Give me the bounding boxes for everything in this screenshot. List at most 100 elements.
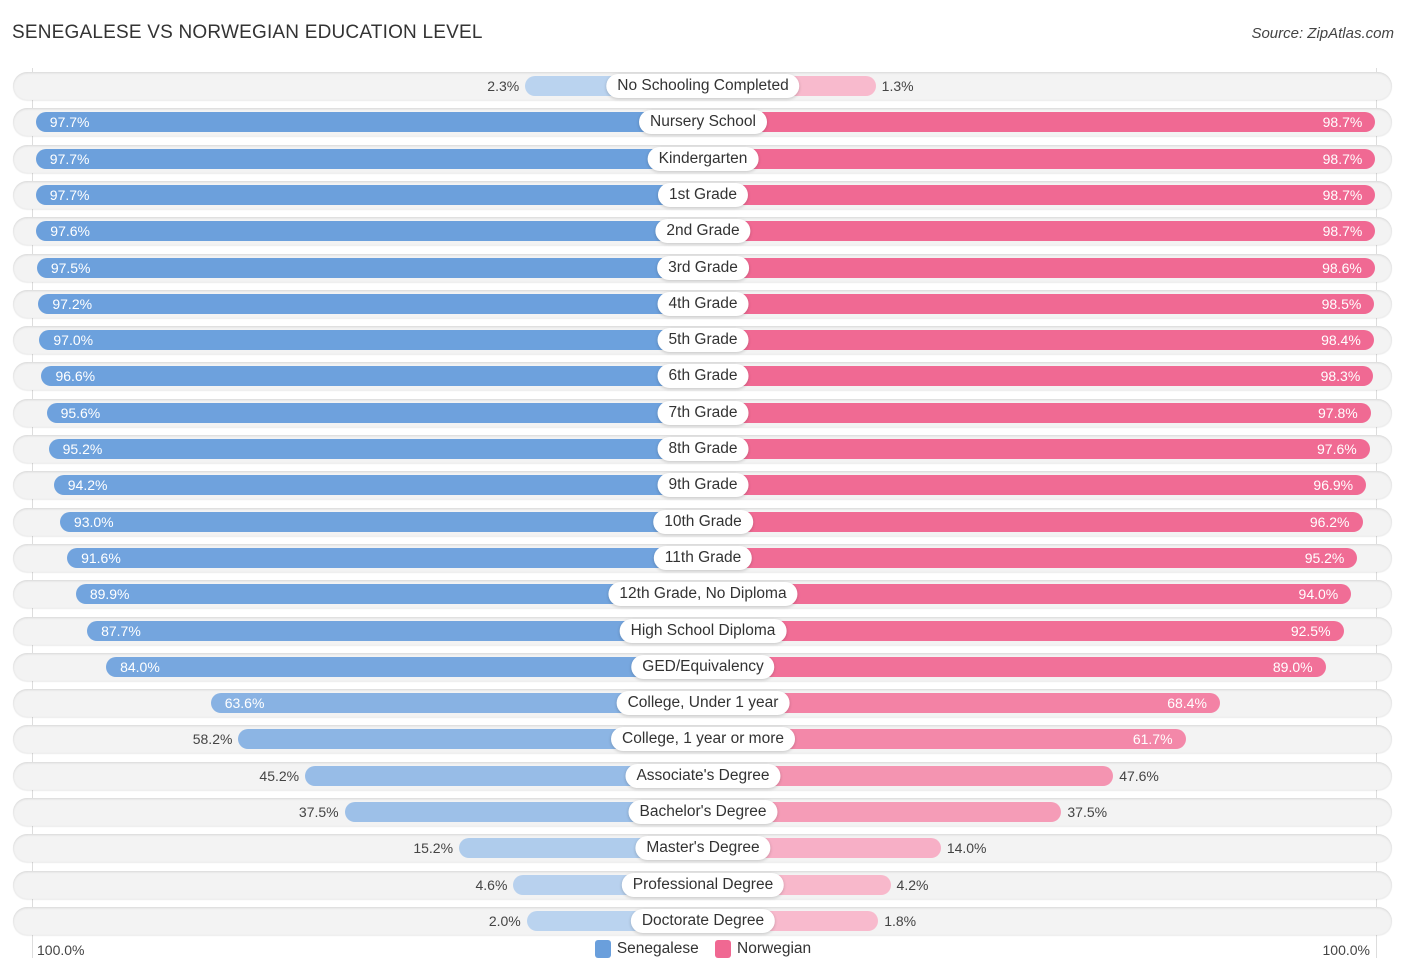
- category-label: Nursery School: [639, 110, 767, 135]
- bar-senegalese: [36, 221, 703, 242]
- bar-senegalese: [48, 439, 703, 459]
- legend-label-senegalese: Senegalese: [616, 940, 699, 957]
- value-label-norwegian: 98.5%: [1321, 295, 1362, 312]
- bar-norwegian: [703, 112, 1376, 133]
- value-label-senegalese: 58.2%: [192, 731, 233, 748]
- bar-senegalese: [46, 402, 703, 423]
- category-label: 11th Grade: [653, 545, 753, 570]
- category-label: 7th Grade: [657, 400, 749, 425]
- value-label-senegalese: 93.0%: [73, 513, 114, 530]
- value-label-senegalese: 91.6%: [81, 549, 121, 566]
- value-label-norwegian: 4.2%: [896, 876, 929, 893]
- value-label-norwegian: 98.4%: [1321, 332, 1361, 349]
- value-label-norwegian: 96.9%: [1313, 477, 1354, 494]
- value-label-senegalese: 37.5%: [298, 804, 339, 820]
- value-label-senegalese: 95.6%: [60, 404, 101, 421]
- value-label-norwegian: 97.6%: [1317, 441, 1357, 457]
- category-label: Master's Degree: [635, 836, 771, 861]
- legend-label-norwegian: Norwegian: [737, 940, 812, 957]
- legend-item-senegalese: Senegalese: [594, 940, 699, 958]
- value-label-senegalese: 89.9%: [89, 586, 130, 603]
- value-label-norwegian: 98.7%: [1322, 150, 1363, 167]
- value-label-senegalese: 15.2%: [413, 840, 454, 857]
- category-label: College, Under 1 year: [616, 691, 790, 716]
- category-label: 9th Grade: [657, 473, 749, 498]
- bar-norwegian: [703, 656, 1326, 677]
- value-label-senegalese: 97.0%: [53, 332, 94, 349]
- bar-norwegian: [703, 584, 1352, 605]
- legend-item-norwegian: Norwegian: [715, 940, 811, 958]
- bar-senegalese: [53, 475, 703, 496]
- bar-senegalese: [36, 257, 703, 278]
- value-label-senegalese: 97.7%: [49, 186, 90, 203]
- category-label: Doctorate Degree: [630, 908, 776, 933]
- category-label: Professional Degree: [621, 872, 785, 897]
- value-label-senegalese: 96.6%: [55, 368, 96, 385]
- bar-norwegian: [703, 366, 1374, 387]
- legend: Senegalese Norwegian: [0, 940, 1406, 963]
- category-label: 6th Grade: [657, 364, 749, 389]
- bar-norwegian: [703, 148, 1376, 169]
- category-label: 10th Grade: [653, 509, 753, 534]
- category-label: High School Diploma: [619, 618, 787, 643]
- bar-norwegian: [703, 330, 1374, 351]
- value-label-senegalese: 97.7%: [49, 150, 90, 167]
- bar-norwegian: [703, 293, 1375, 314]
- bar-norwegian: [703, 257, 1375, 278]
- bar-senegalese: [87, 620, 703, 641]
- value-label-senegalese: 94.2%: [67, 477, 108, 494]
- value-label-senegalese: 2.3%: [487, 78, 520, 94]
- category-label: 3rd Grade: [657, 255, 749, 280]
- bar-norwegian: [703, 402, 1371, 423]
- value-label-norwegian: 98.7%: [1322, 186, 1363, 203]
- bar-norwegian: [703, 511, 1363, 532]
- value-label-senegalese: 84.0%: [120, 658, 160, 675]
- value-label-norwegian: 89.0%: [1272, 658, 1313, 675]
- bar-norwegian: [703, 547, 1358, 568]
- value-label-senegalese: 45.2%: [259, 767, 300, 784]
- bar-senegalese: [59, 511, 703, 532]
- bar-senegalese: [67, 547, 703, 568]
- value-label-norwegian: 95.2%: [1304, 549, 1345, 566]
- value-label-norwegian: 61.7%: [1132, 731, 1173, 748]
- value-label-norwegian: 94.0%: [1298, 586, 1339, 603]
- category-label: 1st Grade: [657, 182, 749, 207]
- category-label: 2nd Grade: [655, 219, 751, 244]
- category-label: GED/Equivalency: [631, 654, 775, 679]
- bar-norwegian: [703, 620, 1344, 641]
- value-label-norwegian: 47.6%: [1119, 767, 1159, 784]
- value-label-senegalese: 95.2%: [62, 441, 103, 457]
- value-label-norwegian: 1.8%: [884, 912, 917, 929]
- bar-norwegian: [703, 184, 1376, 205]
- value-label-norwegian: 92.5%: [1290, 622, 1331, 639]
- category-label: Kindergarten: [647, 146, 759, 171]
- category-label: College, 1 year or more: [611, 727, 795, 752]
- value-label-norwegian: 1.3%: [881, 78, 914, 94]
- value-label-norwegian: 37.5%: [1067, 804, 1108, 820]
- value-label-norwegian: 96.2%: [1309, 513, 1350, 530]
- legend-swatch-senegalese: [594, 940, 611, 958]
- category-label: Bachelor's Degree: [628, 800, 778, 824]
- category-label: 5th Grade: [657, 328, 749, 353]
- bar-senegalese: [35, 184, 703, 205]
- bar-senegalese: [106, 656, 703, 677]
- bar-norwegian: [703, 439, 1370, 459]
- bar-senegalese: [38, 293, 703, 314]
- legend-swatch-norwegian: [715, 940, 732, 958]
- bar-senegalese: [35, 112, 703, 133]
- category-label: 12th Grade, No Diploma: [608, 582, 798, 607]
- value-label-norwegian: 98.7%: [1322, 114, 1363, 131]
- value-label-senegalese: 63.6%: [224, 695, 265, 712]
- chart-area: 2.3% 1.3% No Schooling Completed 97.7% 98.7%…: [0, 0, 1406, 975]
- value-label-norwegian: 68.4%: [1167, 695, 1207, 712]
- value-label-norwegian: 98.3%: [1320, 368, 1361, 385]
- value-label-senegalese: 97.7%: [49, 114, 90, 131]
- bar-senegalese: [39, 330, 703, 351]
- value-label-senegalese: 97.2%: [52, 295, 93, 312]
- value-label-senegalese: 2.0%: [488, 912, 521, 929]
- category-label: 8th Grade: [657, 437, 749, 461]
- value-label-norwegian: 98.6%: [1322, 259, 1362, 276]
- bar-senegalese: [35, 148, 703, 169]
- value-label-norwegian: 14.0%: [946, 840, 987, 857]
- value-label-senegalese: 97.6%: [50, 223, 90, 240]
